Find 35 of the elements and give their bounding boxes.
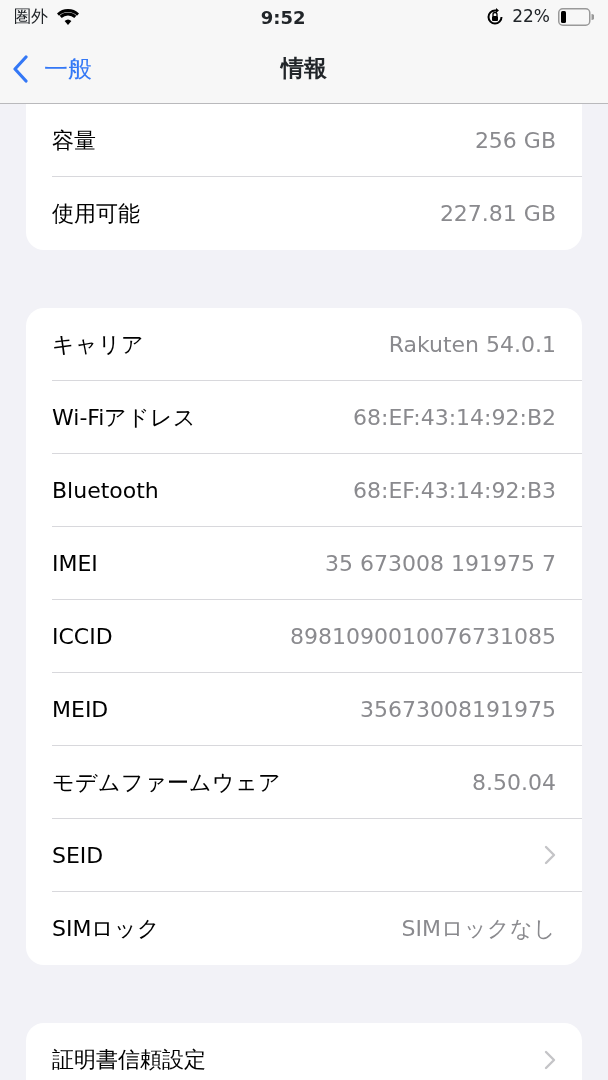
rotation-lock-icon xyxy=(486,8,505,26)
row-label: モデムファームウェア xyxy=(52,768,281,797)
battery-percentage: 22% xyxy=(512,5,550,29)
row-label: IMEI xyxy=(52,549,98,578)
settings-row[interactable]: SEID xyxy=(52,819,582,892)
row-value: 256 GB xyxy=(474,126,556,155)
row-value: 35673008191975 xyxy=(360,695,556,724)
battery-icon xyxy=(558,8,594,26)
clock-time: 9:52 xyxy=(260,5,306,30)
row-label: 容量 xyxy=(52,126,96,155)
row-label: MEID xyxy=(52,695,109,724)
row-value: 8981090010076731085 xyxy=(290,622,556,651)
row-label: Wi-Fiアドレス xyxy=(52,403,197,432)
row-value: 35 673008 191975 7 xyxy=(325,549,556,578)
row-value: 8.50.04 xyxy=(472,768,556,797)
row-value: SIMロックなし xyxy=(401,915,556,943)
back-button[interactable]: 一般 xyxy=(0,50,96,87)
row-label: 証明書信頼設定 xyxy=(52,1046,206,1074)
settings-row[interactable]: 証明書信頼設定 xyxy=(52,1023,582,1080)
back-chevron-icon xyxy=(12,54,28,83)
chevron-icon xyxy=(544,1049,556,1070)
row-value: 68:EF:43:14:92:B2 xyxy=(353,403,556,432)
row-label: 使用可能 xyxy=(52,200,140,228)
carrier-label: 圏外 xyxy=(14,5,48,29)
row-label: キャリア xyxy=(52,330,144,359)
row-label: Bluetooth xyxy=(52,476,159,505)
row-label: ICCID xyxy=(52,622,113,651)
row-value: Rakuten 54.0.1 xyxy=(388,330,556,359)
row-label: SEID xyxy=(52,841,104,870)
row-value: 227.81 GB xyxy=(439,200,556,228)
wifi-icon xyxy=(56,8,80,26)
page-title: 情報 xyxy=(281,54,327,83)
row-value: 68:EF:43:14:92:B3 xyxy=(353,476,556,505)
chevron-icon xyxy=(544,845,556,865)
row-label: SIMロック xyxy=(52,915,161,943)
